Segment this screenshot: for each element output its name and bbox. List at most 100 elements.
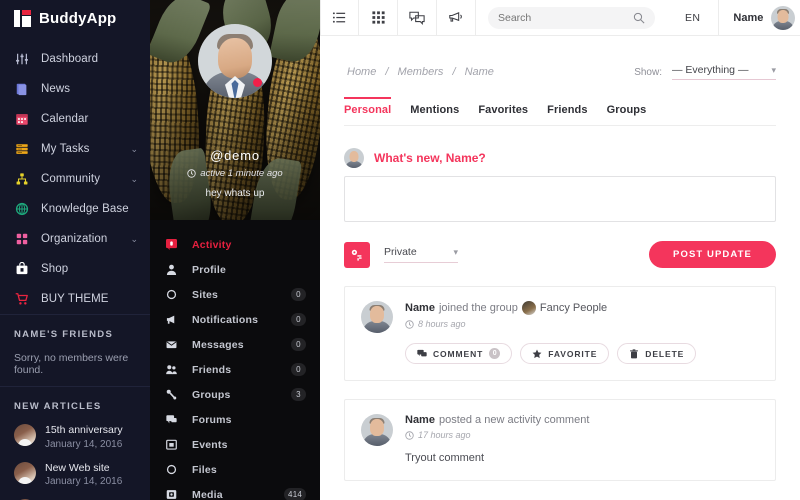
left-sidebar: BuddyApp Dashboard News Calendar My Task… [0,0,150,500]
badge: 0 [291,313,306,326]
privacy-value: Private [384,246,417,258]
filter-label: Show: [634,66,662,78]
tab-personal[interactable]: Personal [344,97,392,125]
activity-actor[interactable]: Name [405,302,435,314]
profile-nav-activity[interactable]: Activity [150,232,320,257]
profile-nav-media[interactable]: Media 414 [150,482,320,500]
post-update-button[interactable]: POST UPDATE [649,241,776,268]
logo[interactable]: BuddyApp [0,0,150,36]
search-box[interactable] [488,6,655,29]
badge: 0 [291,338,306,351]
star-icon [532,349,542,359]
filter-select[interactable]: — Everything — ▾ [672,64,776,80]
sidebar-item-label: BUY THEME [41,293,109,305]
favorite-button[interactable]: FAVORITE [520,343,610,364]
chat-icon[interactable] [398,0,437,36]
profile-nav-groups[interactable]: Groups 3 [150,382,320,407]
sidebar-item-news[interactable]: News [0,74,150,104]
comment-button[interactable]: COMMENT 0 [405,343,513,364]
sidebar-item-shop[interactable]: Shop [0,254,150,284]
tab-friends[interactable]: Friends [547,104,587,125]
profile-nav-sites[interactable]: Sites 0 [150,282,320,307]
cart-icon [14,291,30,307]
profile-nav-messages[interactable]: Messages 0 [150,332,320,357]
breadcrumb-current: Name [464,66,494,78]
profile-nav: Activity Profile Sites 0 Notifications 0… [150,220,320,500]
activity-actor[interactable]: Name [405,414,435,426]
globe-icon [14,201,30,217]
profile-cover-image: @demo active 1 minute ago hey whats up [150,0,320,220]
sidebar-item-knowledge-base[interactable]: Knowledge Base [0,194,150,224]
chevron-down-icon: ▾ [453,246,458,257]
apps-grid-icon[interactable] [359,0,398,36]
privacy-icon-button[interactable] [344,241,370,268]
user-menu[interactable]: Name [718,0,800,36]
breadcrumb-separator: / [452,66,456,78]
envelope-icon [164,339,178,350]
group-avatar [521,301,536,315]
sidebar-item-my-tasks[interactable]: My Tasks ⌄ [0,134,150,164]
list-item[interactable]: 15th anniversary January 14, 2016 [14,424,136,451]
user-icon [164,264,178,275]
search-icon[interactable] [633,12,645,24]
filter-row: Show: — Everything — ▾ [634,64,776,80]
tasks-icon [14,141,30,157]
profile-nav-files[interactable]: Files [150,457,320,482]
profile-nav-label: Media [192,488,223,500]
article-date: January 14, 2016 [45,476,123,488]
sidebar-item-community[interactable]: Community ⌄ [0,164,150,194]
profile-column: @demo active 1 minute ago hey whats up A… [150,0,320,500]
sidebar-item-calendar[interactable]: Calendar [0,104,150,134]
activity-group[interactable]: Fancy People [540,302,607,314]
profile-nav-forums[interactable]: Forums [150,407,320,432]
filter-value: — Everything — [672,64,749,76]
profile-nav-label: Notifications [192,313,259,326]
breadcrumb-home[interactable]: Home [347,66,376,78]
search-input[interactable] [498,11,633,24]
avatar [361,414,393,446]
book-icon [14,81,30,97]
activity-action: joined the group [438,302,518,314]
sidebar-item-label: Calendar [41,113,89,125]
tab-groups[interactable]: Groups [607,104,647,125]
breadcrumb-members[interactable]: Members [398,66,444,78]
media-icon [164,489,178,500]
profile-nav-label: Sites [192,288,219,301]
composer-textarea[interactable] [344,176,776,222]
avatar [344,148,364,168]
list-icon[interactable] [320,0,359,36]
profile-nav-label: Forums [192,413,232,426]
profile-nav-label: Friends [192,363,232,376]
favorite-label: FAVORITE [548,348,598,359]
profile-status-text: hey whats up [205,188,265,199]
megaphone-icon[interactable] [437,0,476,36]
top-bar: EN Name [320,0,800,36]
comment-icon [417,349,427,359]
sitemap-icon [14,171,30,187]
profile-nav-events[interactable]: Events [150,432,320,457]
tab-favorites[interactable]: Favorites [478,104,528,125]
profile-nav-profile[interactable]: Profile [150,257,320,282]
profile-nav-notifications[interactable]: Notifications 0 [150,307,320,332]
tab-mentions[interactable]: Mentions [410,104,459,125]
sliders-icon [14,51,30,67]
sidebar-item-dashboard[interactable]: Dashboard [0,44,150,74]
delete-button[interactable]: DELETE [617,343,697,364]
badge: 0 [291,363,306,376]
articles-widget: NEW ARTICLES 15th anniversary January 14… [0,386,150,500]
privacy-select[interactable]: Private ▾ [384,246,458,263]
buddyapp-logo-icon [14,9,31,27]
badge: 0 [291,288,306,301]
sidebar-item-buy-theme[interactable]: BUY THEME [0,284,150,314]
list-item[interactable]: New Web site January 14, 2016 [14,461,136,489]
avatar [361,301,393,333]
avatar [771,5,796,30]
clock-icon [187,169,196,178]
language-selector[interactable]: EN [667,12,718,24]
activity-time: 8 hours ago [405,319,759,329]
avatar[interactable] [198,24,272,98]
sidebar-item-label: Organization [41,233,108,245]
sidebar-item-organization[interactable]: Organization ⌄ [0,224,150,254]
profile-nav-friends[interactable]: Friends 0 [150,357,320,382]
sidebar-item-label: My Tasks [41,143,90,155]
